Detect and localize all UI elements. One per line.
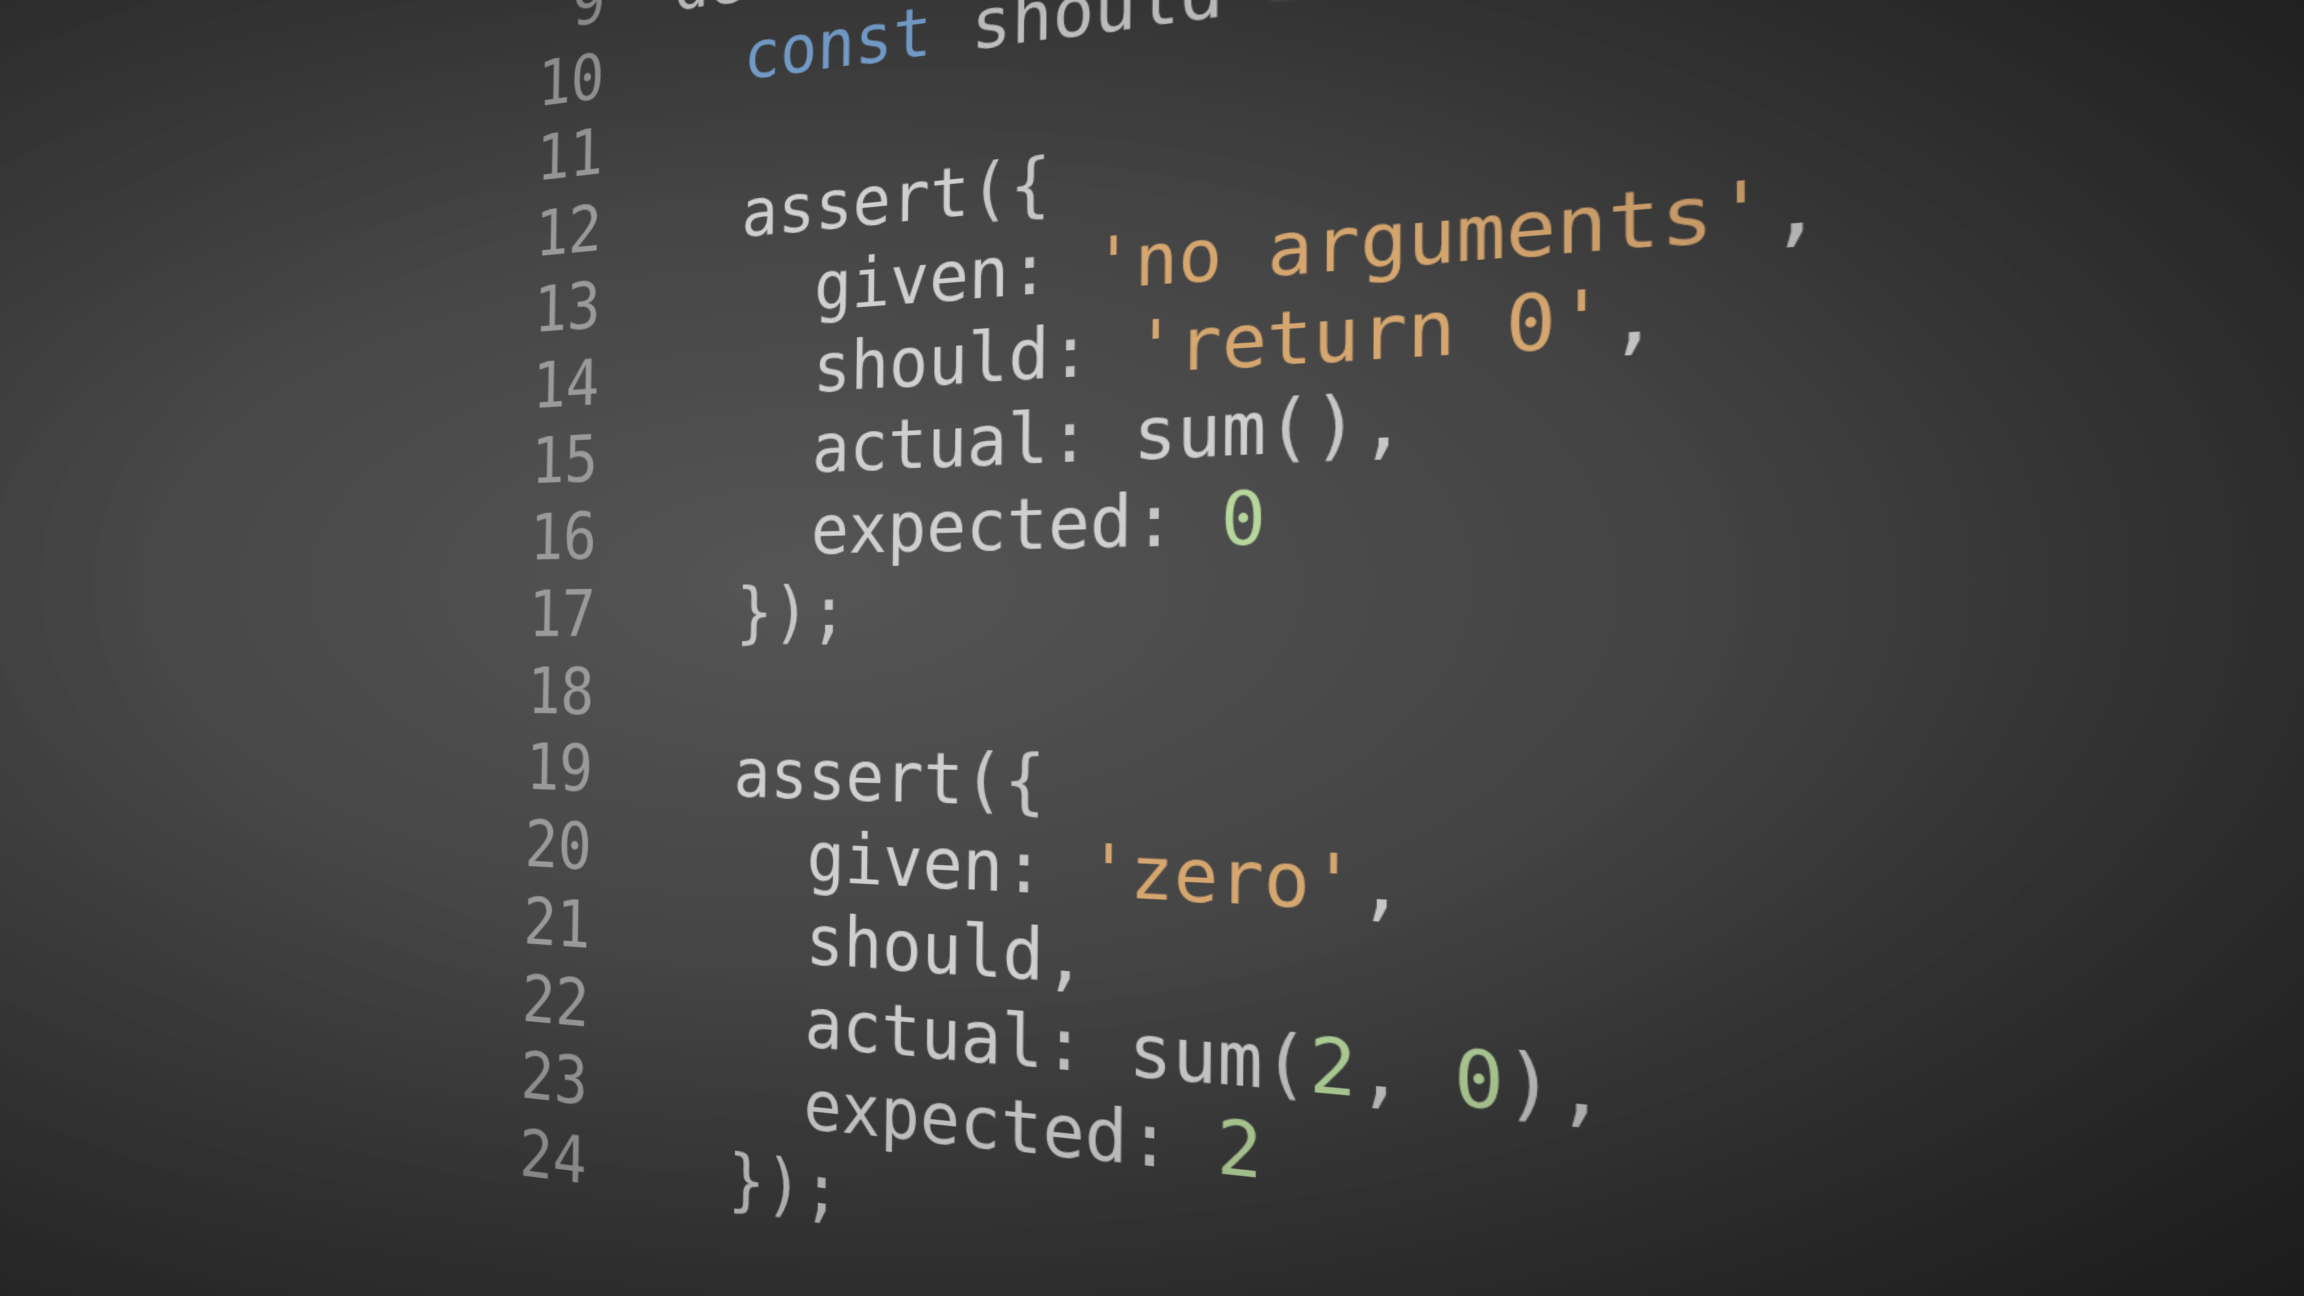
syntax-token: }); xyxy=(728,1140,842,1233)
syntax-token: , xyxy=(1768,157,1824,256)
line-number: 16 xyxy=(419,496,666,579)
syntax-token: actual xyxy=(812,398,1050,489)
syntax-token: : xyxy=(1132,477,1221,564)
syntax-token: should xyxy=(805,900,1044,997)
syntax-token: 0 xyxy=(1220,475,1266,562)
syntax-token: ), xyxy=(1504,1036,1607,1138)
syntax-token: 0 xyxy=(1454,1032,1504,1128)
syntax-token: (), xyxy=(1266,378,1407,472)
syntax-token: ({ xyxy=(969,143,1051,232)
syntax-token: 'zero' xyxy=(1087,829,1358,928)
line-number: 20 xyxy=(414,802,662,891)
syntax-token: , xyxy=(1044,914,1087,1001)
syntax-token: : xyxy=(1128,1096,1217,1192)
syntax-token: , xyxy=(1608,268,1661,363)
syntax-token: }); xyxy=(736,572,849,651)
line-number: 18 xyxy=(416,653,664,732)
syntax-token: : xyxy=(1009,224,1093,312)
code-editor: 89describe('sum()', async assert => {10 … xyxy=(408,0,2304,1296)
syntax-token: given xyxy=(806,818,1004,908)
line-number: 19 xyxy=(415,727,663,811)
syntax-token: should xyxy=(813,312,1050,407)
editor-screenshot: 89describe('sum()', async assert => {10 … xyxy=(0,0,2304,1296)
syntax-token: 2 xyxy=(1309,1021,1357,1114)
syntax-token: : xyxy=(1043,1001,1129,1093)
syntax-token: 2 xyxy=(1216,1104,1262,1196)
syntax-token: : xyxy=(1049,306,1134,394)
syntax-token: assert xyxy=(733,735,964,821)
syntax-token: : xyxy=(1048,393,1133,480)
syntax-token: : xyxy=(1003,826,1087,913)
line-number: 17 xyxy=(418,574,665,653)
syntax-token: , xyxy=(1357,839,1405,931)
syntax-token: expected xyxy=(810,480,1133,570)
syntax-token: sum xyxy=(1133,386,1267,477)
syntax-token: given xyxy=(814,231,1010,326)
line-number: 15 xyxy=(421,417,668,504)
syntax-token: ( xyxy=(1262,1017,1309,1109)
syntax-token: sum xyxy=(1128,1007,1263,1105)
syntax-token: , xyxy=(1356,1025,1454,1124)
syntax-token: ({ xyxy=(963,739,1046,824)
